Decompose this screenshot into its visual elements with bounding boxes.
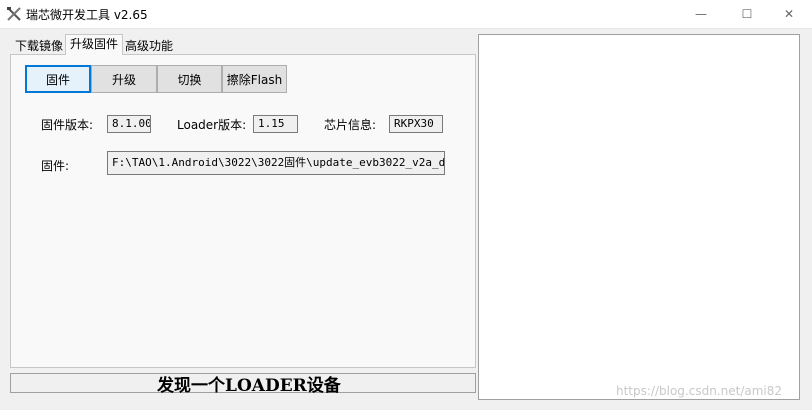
tab-upgrade-firmware[interactable]: 升级固件 — [65, 34, 124, 55]
minimize-icon: — — [695, 7, 707, 21]
tab-download-image[interactable]: 下载镜像 — [10, 36, 69, 54]
watermark-text: https://blog.csdn.net/ami82 — [616, 384, 783, 398]
left-panel: 下载镜像 升级固件 高级功能 固件 升级 切换 擦除Flash 固件版本: 8.… — [10, 34, 476, 368]
title-bar: 瑞芯微开发工具 v2.65 — ☐ ✕ — [0, 0, 812, 29]
close-button[interactable]: ✕ — [766, 0, 812, 28]
tab-advanced-functions[interactable]: 高级功能 — [120, 36, 179, 54]
maximize-icon: ☐ — [741, 7, 753, 21]
chip-info-field: RKPX30 — [389, 115, 443, 133]
minimize-button[interactable]: — — [678, 0, 724, 28]
firmware-version-label: 固件版本: — [41, 118, 94, 132]
firmware-button[interactable]: 固件 — [25, 65, 91, 93]
close-icon: ✕ — [783, 7, 795, 21]
loader-version-label: Loader版本: — [177, 118, 247, 132]
chip-info-label: 芯片信息: — [324, 118, 377, 132]
window-title: 瑞芯微开发工具 v2.65 — [26, 8, 148, 22]
upgrade-button[interactable]: 升级 — [91, 65, 157, 93]
upgrade-firmware-panel: 固件 升级 切换 擦除Flash 固件版本: 8.1.00 Loader版本: … — [10, 54, 476, 368]
firmware-path-label: 固件: — [41, 159, 70, 173]
loader-version-field: 1.15 — [253, 115, 298, 133]
switch-button[interactable]: 切换 — [157, 65, 222, 93]
crossed-tools-icon — [7, 7, 21, 21]
firmware-path-field[interactable]: F:\TAO\1.Android\3022\3022固件\update_evb3… — [107, 151, 445, 175]
log-output-area[interactable] — [478, 34, 800, 400]
erase-flash-button[interactable]: 擦除Flash — [222, 65, 287, 93]
status-message: 发现一个LOADER设备 — [157, 376, 341, 396]
status-bar: 发现一个LOADER设备 — [10, 373, 476, 396]
maximize-button[interactable]: ☐ — [724, 0, 770, 28]
firmware-version-field: 8.1.00 — [107, 115, 151, 133]
